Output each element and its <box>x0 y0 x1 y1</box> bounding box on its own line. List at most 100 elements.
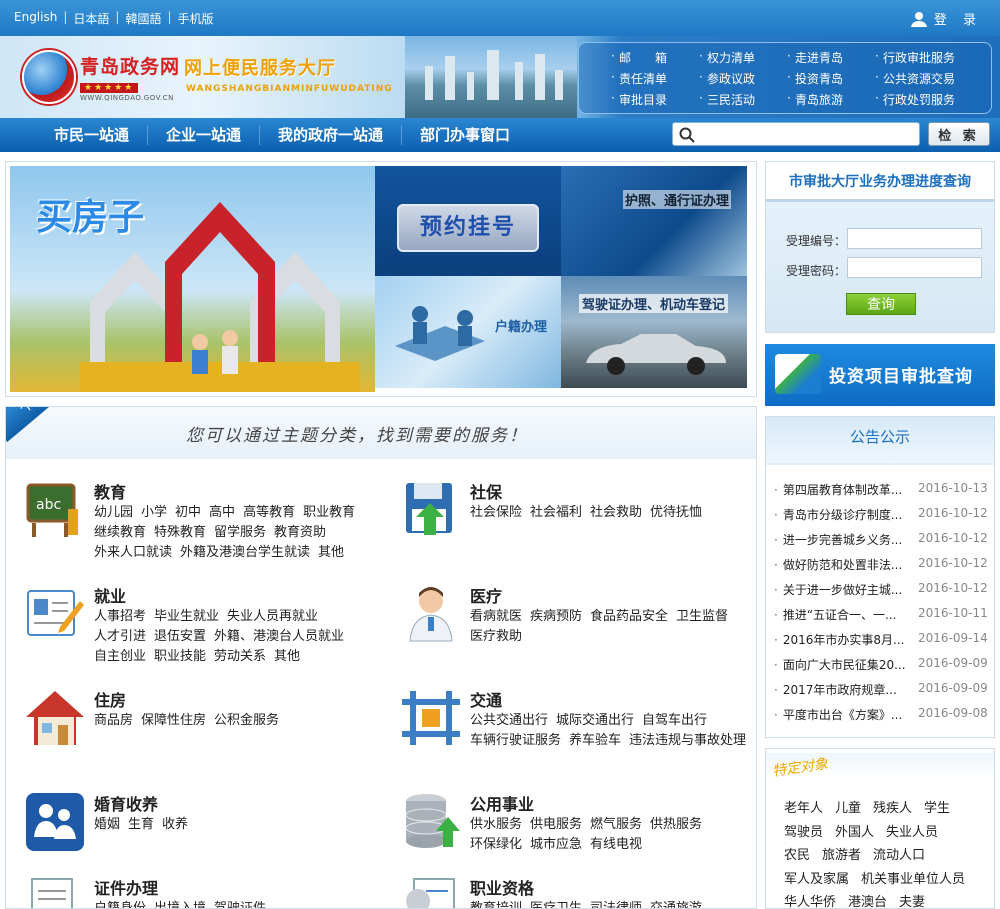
service-link[interactable]: 收养 <box>162 817 188 832</box>
application-password-input[interactable] <box>847 257 982 278</box>
service-link[interactable]: 公积金服务 <box>214 713 279 728</box>
banner-passport[interactable]: 护照、通行证办理 <box>561 166 747 276</box>
special-group-link[interactable]: 农民 <box>784 848 810 863</box>
special-group-link[interactable]: 夫妻 <box>899 895 925 908</box>
quick-link[interactable]: 行政审批服务 <box>875 49 971 70</box>
announcement-item[interactable]: 平度市出台《方案》...2016-09-08 <box>774 706 990 731</box>
service-link[interactable]: 继续教育 <box>94 525 146 540</box>
service-link[interactable]: 供热服务 <box>650 817 702 832</box>
announcement-item[interactable]: 2016年市办实事8月...2016-09-14 <box>774 631 990 656</box>
banner-driver-license[interactable]: 驾驶证办理、机动车登记 <box>561 276 747 388</box>
announcement-item[interactable]: 面向广大市民征集20...2016-09-09 <box>774 656 990 681</box>
category-title[interactable]: 婚育收养 <box>94 791 158 815</box>
category-title[interactable]: 交通 <box>470 687 502 711</box>
service-link[interactable]: 教育培训 <box>470 901 522 908</box>
service-link[interactable]: 医疗卫生 <box>530 901 582 908</box>
special-group-link[interactable]: 港澳台 <box>848 895 887 908</box>
lang-japanese[interactable]: 日本語 <box>73 10 109 27</box>
nav-department-window[interactable]: 部门办事窗口 <box>402 125 528 145</box>
service-link[interactable]: 看病就医 <box>470 609 522 624</box>
category-title[interactable]: 社保 <box>470 479 502 503</box>
quick-link[interactable]: 行政处罚服务 <box>875 91 971 112</box>
special-group-link[interactable]: 华人华侨 <box>784 895 836 908</box>
category-title[interactable]: 教育 <box>94 479 126 503</box>
service-link[interactable]: 外籍、港澳台人员就业 <box>214 629 344 644</box>
special-group-link[interactable]: 流动人口 <box>873 848 925 863</box>
service-link[interactable]: 高等教育 <box>243 505 295 520</box>
quick-link[interactable]: 三民活动 <box>699 91 795 112</box>
service-link[interactable]: 供电服务 <box>530 817 582 832</box>
service-link[interactable]: 保障性住房 <box>141 713 206 728</box>
service-link[interactable]: 供水服务 <box>470 817 522 832</box>
quick-link[interactable]: 参政议政 <box>699 70 795 91</box>
service-link[interactable]: 教育资助 <box>274 525 326 540</box>
service-link[interactable]: 自驾车出行 <box>642 713 707 728</box>
service-link[interactable]: 退伍安置 <box>154 629 206 644</box>
service-link[interactable]: 外籍及港澳台学生就读 <box>180 545 310 560</box>
category-title[interactable]: 医疗 <box>470 583 502 607</box>
announcement-item[interactable]: 推进“五证合一、一...2016-10-11 <box>774 606 990 631</box>
search-button[interactable]: 检 索 <box>928 122 990 146</box>
service-link[interactable]: 违法违规与事故处理 <box>629 733 746 748</box>
login-link[interactable]: 登 录 <box>910 9 982 28</box>
service-link[interactable]: 出境入境 <box>154 901 206 908</box>
service-link[interactable]: 职业技能 <box>154 649 206 664</box>
special-group-link[interactable]: 儿童 <box>835 801 861 816</box>
service-link[interactable]: 城际交通出行 <box>556 713 634 728</box>
service-link[interactable]: 其他 <box>274 649 300 664</box>
nav-citizen[interactable]: 市民一站通 <box>36 125 149 145</box>
announcement-item[interactable]: 青岛市分级诊疗制度...2016-10-12 <box>774 506 990 531</box>
banner-household[interactable]: 户籍办理 <box>375 276 561 388</box>
service-link[interactable]: 人才引进 <box>94 629 146 644</box>
special-group-link[interactable]: 军人及家属 <box>784 872 849 887</box>
search-input[interactable] <box>699 125 914 143</box>
service-link[interactable]: 外来人口就读 <box>94 545 172 560</box>
service-link[interactable]: 公共交通出行 <box>470 713 548 728</box>
category-title[interactable]: 就业 <box>94 583 126 607</box>
announcement-item[interactable]: 关于进一步做好主城...2016-10-12 <box>774 581 990 606</box>
service-link[interactable]: 职业教育 <box>303 505 355 520</box>
service-link[interactable]: 食品药品安全 <box>590 609 668 624</box>
service-link[interactable]: 婚姻 <box>94 817 120 832</box>
lang-english[interactable]: English <box>14 10 57 27</box>
quick-link[interactable]: 责任清单 <box>611 70 707 91</box>
special-group-link[interactable]: 学生 <box>924 801 950 816</box>
service-link[interactable]: 特殊教育 <box>154 525 206 540</box>
service-link[interactable]: 社会福利 <box>530 505 582 520</box>
service-link[interactable]: 失业人员再就业 <box>227 609 318 624</box>
service-link[interactable]: 车辆行驶证服务 <box>470 733 561 748</box>
quick-link[interactable]: 走进青岛 <box>787 49 883 70</box>
announcement-item[interactable]: 第四届教育体制改革...2016-10-13 <box>774 481 990 506</box>
service-link[interactable]: 司法律师 <box>590 901 642 908</box>
service-link[interactable]: 卫生监督 <box>676 609 728 624</box>
service-link[interactable]: 幼儿园 <box>94 505 133 520</box>
special-group-link[interactable]: 机关事业单位人员 <box>861 872 965 887</box>
special-group-link[interactable]: 旅游者 <box>822 848 861 863</box>
quick-link[interactable]: 青岛旅游 <box>787 91 883 112</box>
investment-project-query[interactable]: 投资项目审批查询 <box>765 344 995 406</box>
service-link[interactable]: 其他 <box>318 545 344 560</box>
announcement-item[interactable]: 进一步完善城乡义务...2016-10-12 <box>774 531 990 556</box>
service-link[interactable]: 社会救助 <box>590 505 642 520</box>
service-link[interactable]: 人事招考 <box>94 609 146 624</box>
special-group-link[interactable]: 失业人员 <box>886 825 938 840</box>
nav-enterprise[interactable]: 企业一站通 <box>148 125 261 145</box>
service-link[interactable]: 环保绿化 <box>470 837 522 852</box>
service-link[interactable]: 驾驶证件 <box>214 901 266 908</box>
service-link[interactable]: 交通旅游 <box>650 901 702 908</box>
service-link[interactable]: 优待抚恤 <box>650 505 702 520</box>
quick-link[interactable]: 权力清单 <box>699 49 795 70</box>
category-title[interactable]: 证件办理 <box>94 875 158 899</box>
service-link[interactable]: 户籍身份 <box>94 901 146 908</box>
announcement-item[interactable]: 做好防范和处置非法...2016-10-12 <box>774 556 990 581</box>
application-id-input[interactable] <box>847 228 982 249</box>
service-link[interactable]: 燃气服务 <box>590 817 642 832</box>
service-link[interactable]: 高中 <box>209 505 235 520</box>
service-link[interactable]: 社会保险 <box>470 505 522 520</box>
announcement-item[interactable]: 2017年市政府规章...2016-09-09 <box>774 681 990 706</box>
service-link[interactable]: 毕业生就业 <box>154 609 219 624</box>
quick-link[interactable]: 审批目录 <box>611 91 707 112</box>
service-link[interactable]: 生育 <box>128 817 154 832</box>
site-logo[interactable]: 青岛政务网 ★★★★★ WWW.QINGDAO.GOV.CN <box>22 50 180 104</box>
category-title[interactable]: 公用事业 <box>470 791 534 815</box>
